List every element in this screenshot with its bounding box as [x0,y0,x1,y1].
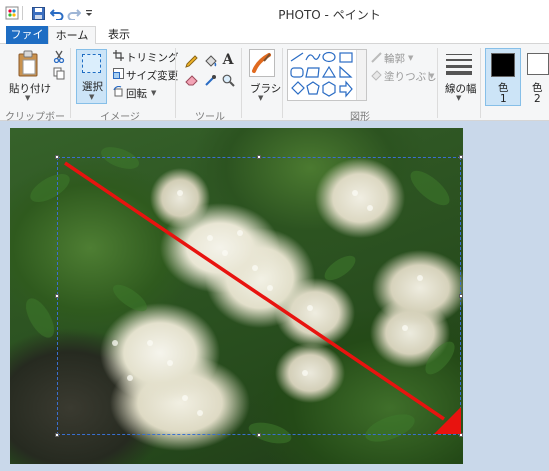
resize-button[interactable]: サイズ変更 [126,68,178,83]
copy-icon[interactable] [52,66,66,80]
color1-button[interactable]: 色 1 [485,48,521,106]
brush-dropdown-icon[interactable]: ▼ [258,94,263,102]
brush-icon[interactable] [249,49,275,77]
canvas-workspace[interactable] [0,121,549,471]
rotate-icon[interactable] [112,85,124,97]
resize-icon[interactable] [112,67,124,79]
rotate-dropdown-icon[interactable]: ▼ [151,89,156,97]
outline-icon[interactable] [370,51,382,63]
ribbon-separator [282,48,283,118]
tab-home[interactable]: ホーム [48,26,96,45]
drag-arrow [64,161,461,434]
fill-icon[interactable] [203,54,217,68]
pencil-icon[interactable] [184,54,198,68]
ribbon-separator [241,48,242,118]
image-canvas[interactable] [10,128,463,464]
title-bar: PHOTO - ペイント [0,0,549,26]
magnifier-icon[interactable] [221,73,235,87]
select-dropdown-icon: ▼ [89,93,95,101]
line-width-dropdown-icon[interactable]: ▼ [456,94,461,102]
crop-button[interactable]: トリミング [126,50,179,65]
outline-dropdown-icon[interactable]: ▼ [408,54,413,62]
tab-view[interactable]: 表示 [100,26,138,45]
ribbon-separator [175,48,176,118]
ribbon-separator [480,48,481,118]
rotate-button[interactable]: 回転 [126,86,147,101]
ribbon-tab-strip: ファイル ホーム 表示 [0,26,549,59]
select-icon [82,54,101,73]
color2-number[interactable]: 2 [534,93,541,105]
color1-number: 1 [500,93,507,105]
shapes-gallery[interactable] [287,49,367,101]
shapes-scrollbar[interactable] [356,50,366,100]
drag-arrow-head [434,407,461,434]
ribbon: 貼り付け ▼ クリップボード 選択 ▼ トリミング サイズ変更 回転 ▼ イメー… [0,44,549,138]
drag-arrow-line [64,161,445,421]
fill-shape-dropdown-icon[interactable]: ▼ [429,72,434,80]
tab-file[interactable]: ファイル [6,26,48,59]
window-title: PHOTO - ペイント [278,8,381,22]
select-button[interactable]: 選択 ▼ [76,49,107,104]
shapes-gallery-icons[interactable] [289,50,357,100]
paste-dropdown-icon[interactable]: ▼ [25,94,30,102]
color-picker-icon[interactable] [203,73,217,87]
ribbon-separator [437,48,438,118]
select-label: 選択 [82,81,103,93]
fill-shape-icon[interactable] [370,69,382,81]
cut-icon[interactable] [52,49,66,63]
outline-button[interactable]: 輪郭 [384,51,405,66]
brush-button[interactable]: ブラシ [250,81,281,96]
ribbon-separator [70,48,71,118]
color2-swatch[interactable] [527,53,549,75]
crop-icon[interactable] [112,49,124,61]
eraser-icon[interactable] [184,73,198,87]
color1-swatch [491,53,515,77]
line-width-icon[interactable] [445,52,473,76]
text-icon[interactable]: A [221,52,235,68]
paste-icon[interactable] [16,49,42,79]
